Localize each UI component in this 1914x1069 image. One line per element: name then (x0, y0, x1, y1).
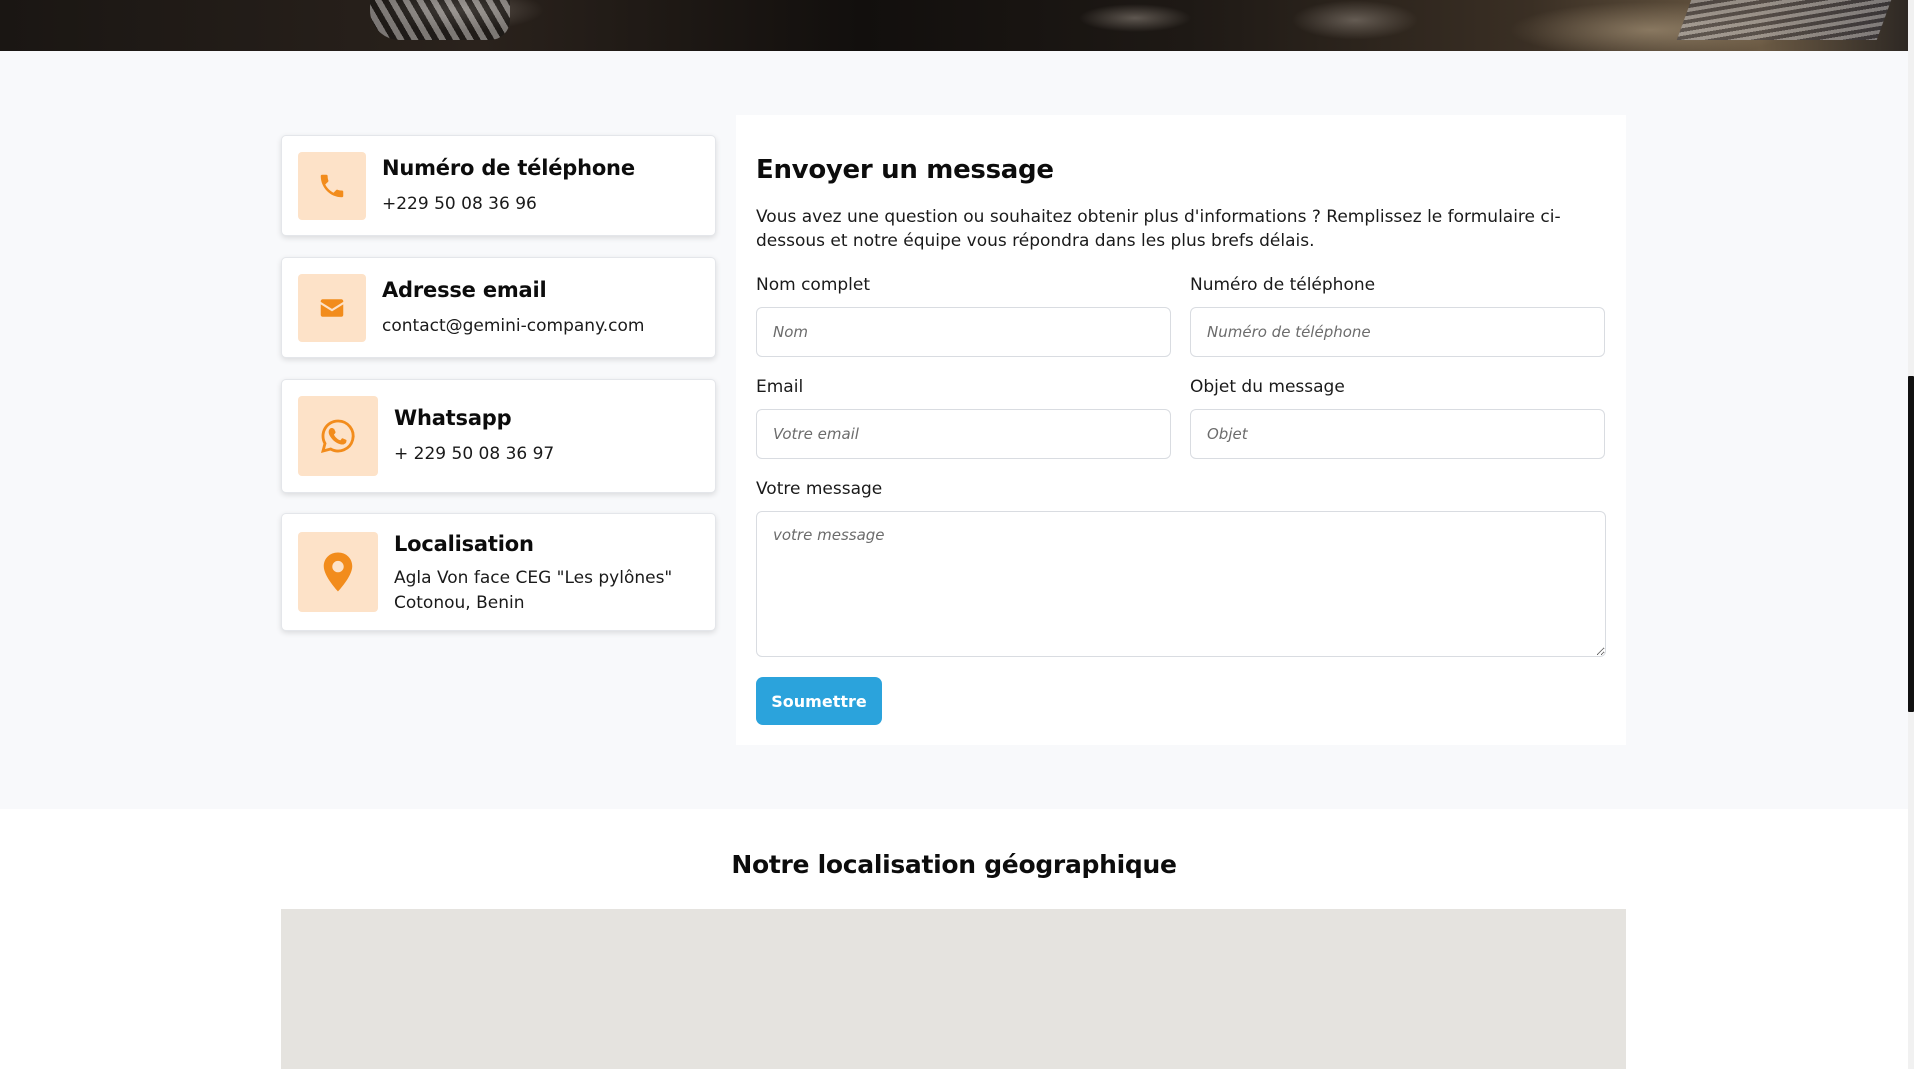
name-field-label: Nom complet (756, 275, 871, 295)
map-section-title: Notre localisation géographique (731, 850, 1177, 879)
contact-card-phone: Numéro de téléphone +229 50 08 36 96 (281, 135, 716, 236)
contact-card-email: Adresse email contact@gemini-company.com (281, 257, 716, 358)
phone-icon-box (298, 152, 366, 220)
contact-form-panel: Envoyer un message Vous avez une questio… (736, 115, 1626, 745)
phone-input[interactable] (1190, 307, 1605, 357)
email-input[interactable] (756, 409, 1171, 459)
card-title: Whatsapp (394, 406, 512, 430)
subject-input[interactable] (1190, 409, 1605, 459)
map-pin-icon (323, 552, 353, 592)
envelope-icon (320, 299, 344, 317)
card-value: + 229 50 08 36 97 (394, 444, 555, 464)
page-scrollbar[interactable] (1908, 0, 1914, 1069)
card-value-line-2: Cotonou, Benin (394, 593, 525, 613)
form-description: Vous avez une question ou souhaitez obte… (756, 207, 1561, 251)
card-title: Numéro de téléphone (382, 156, 635, 180)
message-textarea[interactable] (756, 511, 1606, 657)
card-title: Localisation (394, 532, 534, 556)
card-value: contact@gemini-company.com (382, 316, 645, 336)
card-title: Adresse email (382, 278, 547, 302)
map-pin-icon-box (298, 532, 378, 612)
scrollbar-thumb[interactable] (1908, 376, 1914, 712)
phone-icon (320, 174, 344, 198)
whatsapp-icon (321, 419, 355, 453)
name-input[interactable] (756, 307, 1171, 357)
email-field-label: Email (756, 377, 804, 397)
map-embed[interactable] (281, 909, 1626, 1069)
contact-card-location: Localisation Agla Von face CEG "Les pylô… (281, 513, 716, 631)
envelope-icon-box (298, 274, 366, 342)
whatsapp-icon-box (298, 396, 378, 476)
form-title: Envoyer un message (756, 155, 1054, 185)
message-field-label: Votre message (756, 479, 883, 499)
card-value: +229 50 08 36 96 (382, 194, 537, 214)
card-value-line-1: Agla Von face CEG "Les pylônes" (394, 568, 673, 588)
phone-field-label: Numéro de téléphone (1190, 275, 1376, 295)
submit-button[interactable]: Soumettre (756, 677, 882, 725)
hero-banner-image (0, 0, 1914, 51)
subject-field-label: Objet du message (1190, 377, 1345, 397)
contact-card-whatsapp: Whatsapp + 229 50 08 36 97 (281, 379, 716, 493)
